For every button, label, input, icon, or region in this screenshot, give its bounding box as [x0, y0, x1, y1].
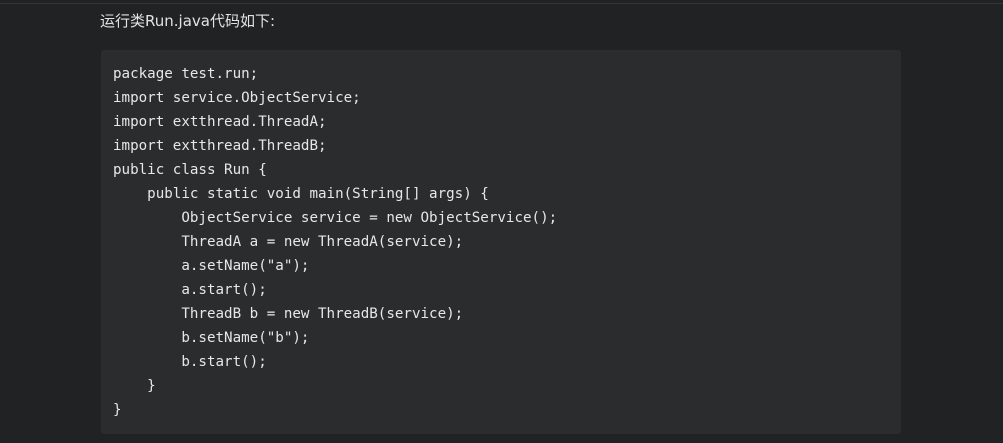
- code-line: import extthread.ThreadA;: [113, 114, 327, 130]
- code-line: a.start();: [113, 282, 267, 298]
- code-block[interactable]: package test.run; import service.ObjectS…: [101, 50, 901, 434]
- code-line: ThreadA a = new ThreadA(service);: [113, 234, 464, 250]
- code-line: }: [113, 402, 122, 418]
- code-line: import extthread.ThreadB;: [113, 138, 327, 154]
- code-line: public class Run {: [113, 162, 267, 178]
- code-line: b.start();: [113, 354, 267, 370]
- code-line: }: [113, 378, 156, 394]
- code-line: import service.ObjectService;: [113, 90, 361, 106]
- intro-text: 运行类Run.java代码如下:: [100, 12, 276, 30]
- code-line: ObjectService service = new ObjectServic…: [113, 210, 558, 226]
- code-line: public static void main(String[] args) {: [113, 186, 489, 202]
- code-line: b.setName("b");: [113, 330, 310, 346]
- code-line: ThreadB b = new ThreadB(service);: [113, 306, 464, 322]
- divider: [0, 3, 1003, 4]
- code-line: a.setName("a");: [113, 258, 310, 274]
- code-line: package test.run;: [113, 66, 259, 82]
